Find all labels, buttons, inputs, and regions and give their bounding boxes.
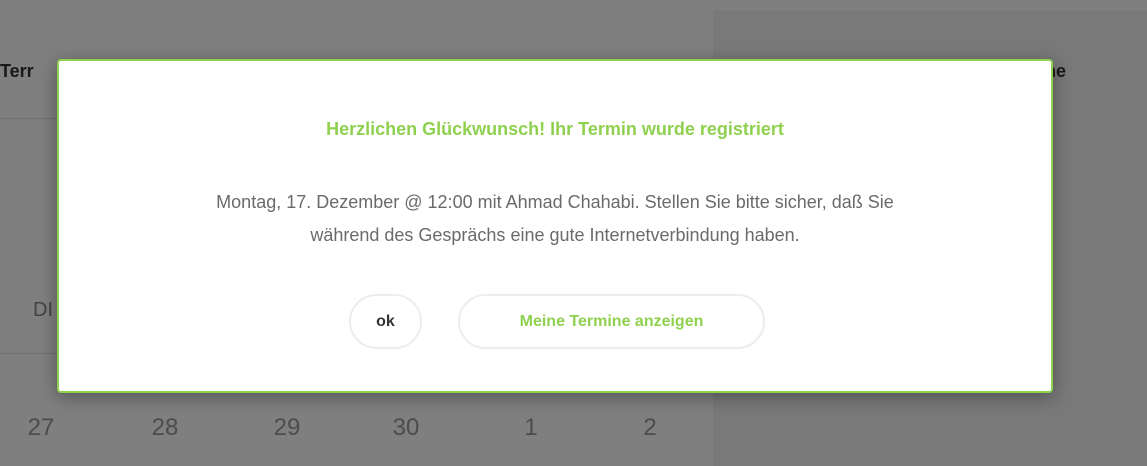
view-appointments-button[interactable]: Meine Termine anzeigen xyxy=(458,294,765,349)
ok-button[interactable]: ok xyxy=(349,294,422,349)
dialog-message-line: Montag, 17. Dezember @ 12:00 mit Ahmad C… xyxy=(216,192,894,212)
dialog-message-line: während des Gesprächs eine gute Internet… xyxy=(310,225,800,245)
dialog-message: Montag, 17. Dezember @ 12:00 mit Ahmad C… xyxy=(79,186,1031,252)
confirmation-dialog: Herzlichen Glückwunsch! Ihr Termin wurde… xyxy=(57,59,1053,393)
dialog-title: Herzlichen Glückwunsch! Ihr Termin wurde… xyxy=(326,119,784,139)
